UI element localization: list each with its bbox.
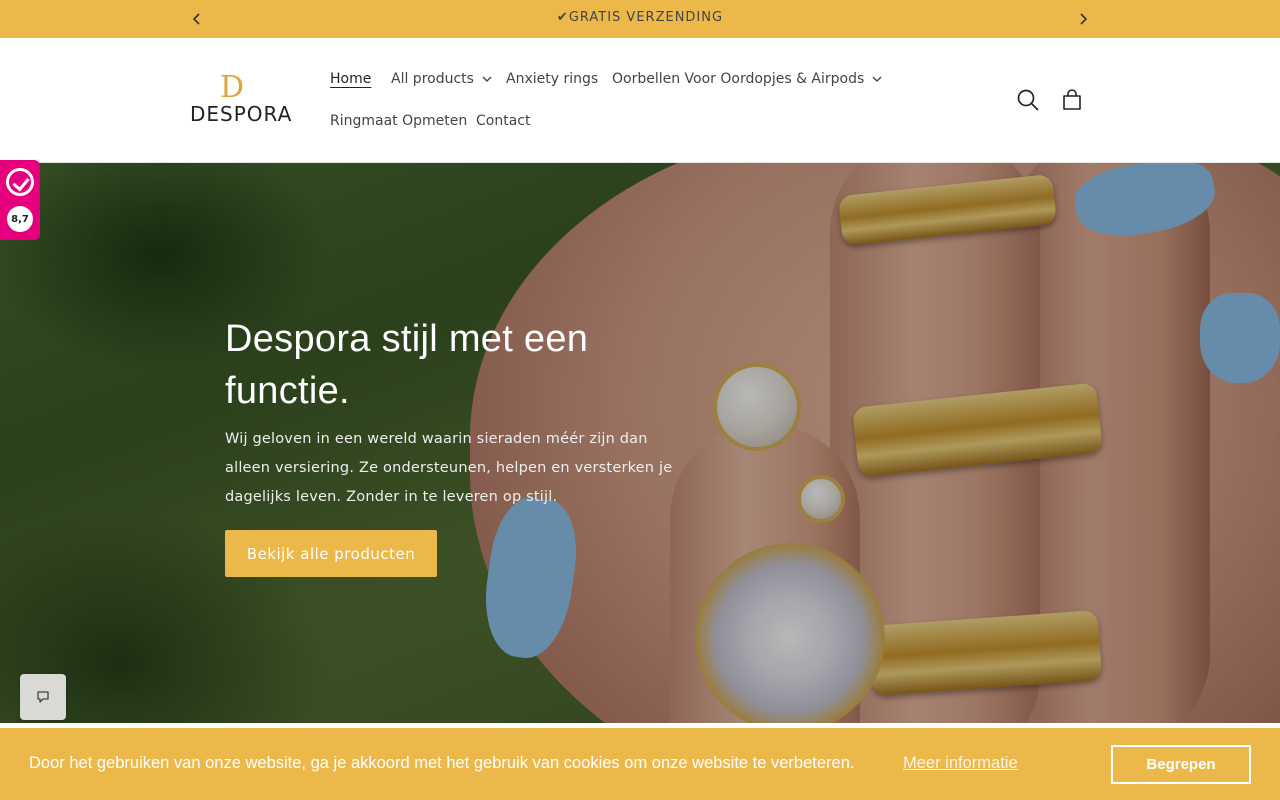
nav-ringmaat-label: Ringmaat Opmeten bbox=[330, 113, 468, 129]
nav-oorbellen-label: Oorbellen Voor Oordopjes & Airpods bbox=[612, 71, 865, 87]
site-logo[interactable]: D DESPORA bbox=[190, 70, 293, 128]
chevron-right-icon[interactable] bbox=[1073, 9, 1093, 29]
hero-content: Despora stijl met een functie. Wij gelov… bbox=[225, 313, 695, 512]
nav-contact-label: Contact bbox=[476, 113, 531, 129]
kiyoh-score: 8,7 bbox=[7, 206, 33, 232]
shop-all-button[interactable]: Bekijk alle producten bbox=[225, 530, 437, 577]
nav-home-label: Home bbox=[330, 71, 372, 87]
kiyoh-review-badge[interactable]: 8,7 bbox=[0, 160, 40, 240]
announcement-bar: ✔GRATIS VERZENDING bbox=[0, 0, 1280, 38]
nav-oorbellen[interactable]: Oorbellen Voor Oordopjes & Airpods bbox=[612, 71, 882, 87]
cookie-accept-button[interactable]: Begrepen bbox=[1111, 745, 1251, 784]
hero-banner: Despora stijl met een functie. Wij gelov… bbox=[0, 163, 1280, 723]
nav-all-products[interactable]: All products bbox=[391, 71, 492, 87]
nav-anxiety-rings[interactable]: Anxiety rings bbox=[506, 71, 598, 87]
nav-ringmaat[interactable]: Ringmaat Opmeten bbox=[330, 113, 467, 129]
nav-contact[interactable]: Contact bbox=[476, 113, 530, 129]
chevron-down-icon bbox=[872, 76, 882, 82]
cookie-message: Door het gebruiken van onze website, ga … bbox=[29, 754, 855, 772]
nav-anxiety-rings-label: Anxiety rings bbox=[506, 71, 599, 87]
hero-heading: Despora stijl met een functie. bbox=[225, 318, 589, 412]
cart-icon[interactable] bbox=[1059, 87, 1085, 113]
chat-icon bbox=[37, 691, 49, 703]
nav-home[interactable]: Home bbox=[330, 71, 371, 87]
search-icon[interactable] bbox=[1015, 87, 1041, 113]
kiyoh-logo-icon bbox=[6, 168, 34, 196]
chevron-down-icon bbox=[482, 76, 492, 82]
logo-text: DESPORA bbox=[190, 102, 293, 126]
logo-monogram: D bbox=[220, 70, 245, 105]
chat-button[interactable] bbox=[20, 674, 66, 720]
cookie-more-info-link[interactable]: Meer informatie bbox=[903, 754, 1018, 773]
nav-all-products-label: All products bbox=[391, 71, 474, 87]
hero-description: Wij geloven in een wereld waarin sierade… bbox=[225, 431, 673, 505]
cookie-consent-bar: Door het gebruiken van onze website, ga … bbox=[0, 728, 1280, 800]
site-header: D DESPORA Home All products Anxiety ring… bbox=[0, 38, 1280, 163]
